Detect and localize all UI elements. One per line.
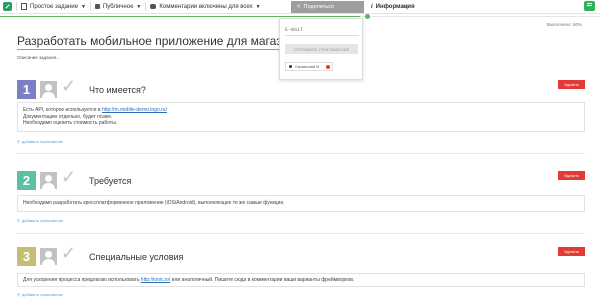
section-text-box[interactable]: Для ускорения процесса предлагаю использ…: [17, 273, 585, 287]
add-attachment-link[interactable]: ⚲ добавить приложение: [17, 292, 63, 297]
share-icon: <: [297, 4, 301, 10]
add-attachment-link[interactable]: ⚲ добавить приложение: [17, 218, 63, 223]
visibility-label: Публичное: [102, 3, 134, 10]
avatar[interactable]: [40, 172, 57, 189]
text-fragment: Есть API, которое используется в: [23, 107, 102, 113]
info-button[interactable]: i Информация: [371, 0, 415, 14]
section-text-box[interactable]: Необходимо разработать кроссплатформенно…: [17, 195, 585, 212]
paperclip-icon: ⚲: [17, 292, 20, 297]
add-attachment-link[interactable]: ⚲ добавить приложение: [17, 139, 63, 144]
ionic-link[interactable]: http://ionic.io/: [141, 277, 170, 283]
avatar[interactable]: [40, 248, 57, 265]
speech-bubble-icon: [150, 4, 157, 9]
caret-down-icon: ▼: [136, 3, 142, 10]
add-attachment-label: добавить приложение: [21, 139, 64, 144]
text-fragment: Для ускорения процесса предлагаю использ…: [23, 277, 141, 283]
checkmark-icon[interactable]: ✓: [61, 168, 76, 186]
chat-icon[interactable]: [584, 1, 595, 11]
email-field[interactable]: [285, 25, 359, 36]
info-icon: i: [371, 4, 373, 10]
checkmark-icon[interactable]: ✓: [61, 77, 76, 95]
api-link[interactable]: http://m.mobile-demo.logo.ru/: [102, 107, 167, 113]
task-type-dropdown[interactable]: Простое задание ▼: [17, 0, 90, 14]
lock-icon: [94, 4, 100, 9]
section-title[interactable]: Что имеется?: [89, 85, 146, 95]
progress-fill: [0, 16, 360, 17]
text-line: Для ускорения процесса предлагаю использ…: [23, 277, 579, 284]
caret-down-icon: ▼: [255, 3, 261, 10]
progress-label: Выполнено: 60%: [546, 22, 582, 27]
checkmark-icon[interactable]: ✓: [61, 244, 76, 262]
section-number: 2: [17, 171, 36, 190]
add-attachment-label: добавить приложение: [21, 292, 64, 297]
paperclip-icon: ⚲: [17, 139, 20, 144]
section-divider: [17, 153, 585, 154]
task-type-label: Простое задание: [30, 3, 78, 10]
comments-label: Комментарии включены для всех: [159, 3, 253, 10]
section-number: 1: [17, 80, 36, 99]
paperclip-icon: ⚲: [17, 218, 20, 223]
title-underline: [17, 49, 279, 50]
task-description[interactable]: Описание задания...: [17, 55, 60, 60]
info-label: Информация: [375, 4, 415, 10]
comments-dropdown[interactable]: Комментарии включены для всех ▼: [146, 0, 264, 14]
send-invite-button[interactable]: ОТПРАВИТЬ ПРИГЛАШЕНИЕ: [285, 44, 358, 54]
add-attachment-label: добавить приложение: [21, 218, 64, 223]
text-fragment: или аналогичный. Пишите сюда в комментар…: [170, 277, 355, 283]
avatar[interactable]: [40, 81, 57, 98]
caret-down-icon: ▼: [80, 3, 86, 10]
section-number: 3: [17, 247, 36, 266]
logo-icon: [3, 2, 12, 11]
section-title[interactable]: Требуется: [89, 176, 131, 186]
progress-handle[interactable]: [365, 14, 370, 19]
share-label: Поделиться: [303, 4, 334, 10]
delete-button[interactable]: Удалить: [558, 171, 585, 180]
page-title[interactable]: Разработать мобильное приложение для маг…: [17, 34, 302, 48]
invitee-chip: Справочный М.: [285, 62, 333, 71]
bullet-icon: [289, 65, 292, 68]
delete-button[interactable]: Удалить: [558, 247, 585, 256]
section-divider: [17, 233, 585, 234]
delete-button[interactable]: Удалить: [558, 80, 585, 89]
sheet-icon: [21, 3, 27, 10]
share-popover: ОТПРАВИТЬ ПРИГЛАШЕНИЕ Справочный М.: [279, 18, 363, 80]
text-line: Необходимо оценить стоимость работы.: [23, 120, 118, 126]
section-title[interactable]: Специальные условия: [89, 252, 183, 262]
section-text-box[interactable]: Есть API, которое используется в http://…: [17, 102, 585, 132]
text-line: Необходимо разработать кроссплатформенно…: [23, 200, 285, 206]
remove-icon[interactable]: [326, 65, 330, 69]
link-icon[interactable]: ∞: [403, 3, 408, 10]
share-button[interactable]: < Поделиться: [291, 1, 364, 13]
visibility-dropdown[interactable]: Публичное ▼: [91, 0, 145, 14]
invitee-label: Справочный М.: [295, 64, 321, 69]
